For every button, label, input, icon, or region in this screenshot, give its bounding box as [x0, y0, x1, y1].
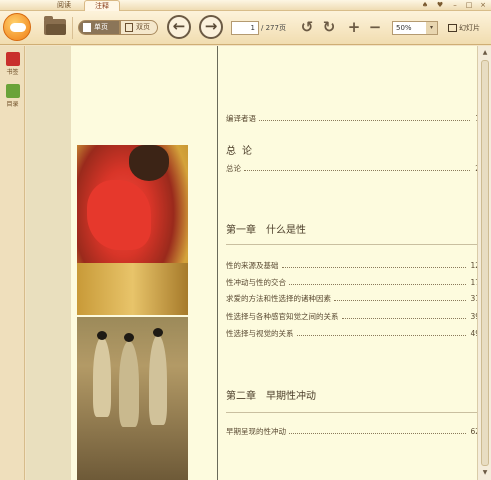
- zoom-in-icon[interactable]: +: [345, 17, 363, 37]
- toc-heading-chapter-2: 第二章 早期性冲动: [226, 391, 316, 402]
- title-bar: 阅读 注释 ♠ ♥ – □ ×: [0, 0, 491, 11]
- back-arrow-icon[interactable]: ←: [167, 15, 191, 39]
- book-page: 编译者语1 总论 总论2 第一章 什么是性 性的来源及基础12 性冲动与性的交合…: [71, 46, 489, 480]
- toc-entry[interactable]: 早期呈现的性冲动 62: [226, 426, 480, 437]
- maximize-button[interactable]: □: [464, 1, 474, 10]
- sidebar: 书签 目录: [0, 46, 25, 480]
- table-of-contents: 编译者语1 总论 总论2 第一章 什么是性 性的来源及基础12 性冲动与性的交合…: [226, 46, 484, 480]
- chapter-divider: [226, 412, 481, 413]
- cover-painting-top: [77, 145, 188, 315]
- scroll-up-icon[interactable]: ▲: [480, 48, 490, 58]
- single-page-button[interactable]: 单页: [78, 20, 120, 35]
- toc-entry[interactable]: 性选择与各种感官知觉之间的关系 39: [226, 311, 480, 322]
- page-divider-line: [217, 46, 218, 480]
- sidebar-item-toc[interactable]: 目录: [4, 84, 21, 108]
- single-page-icon: [83, 23, 91, 32]
- slideshow-icon: [448, 24, 457, 32]
- zoom-out-icon[interactable]: −: [366, 17, 384, 37]
- rotate-left-icon[interactable]: ↺: [298, 17, 316, 37]
- toc-entry[interactable]: 性的来源及基础 12: [226, 260, 480, 271]
- cover-painting-bottom: [77, 317, 188, 480]
- scroll-thumb[interactable]: [481, 60, 489, 466]
- toc-entry[interactable]: 性冲动与性的交合 17: [226, 277, 480, 288]
- toolbar-divider: [72, 17, 73, 39]
- toc-entry[interactable]: 求爱的方法和性选择的诸种因素 31: [226, 293, 480, 304]
- toc-icon: [5, 84, 20, 98]
- vertical-scrollbar[interactable]: ▲ ▼: [477, 46, 491, 480]
- double-page-icon: [125, 23, 133, 32]
- sidebar-item-label: 书签: [6, 69, 19, 76]
- page-number-input[interactable]: 1: [231, 21, 259, 35]
- favorite-icon[interactable]: ♥: [435, 1, 445, 10]
- document-viewport[interactable]: 编译者语1 总论 总论2 第一章 什么是性 性的来源及基础12 性冲动与性的交合…: [26, 46, 489, 480]
- bookmark-icon: [5, 52, 20, 66]
- zoom-value: 50%: [396, 24, 412, 32]
- skin-icon[interactable]: ♠: [420, 1, 430, 10]
- single-page-label: 单页: [94, 23, 108, 31]
- toc-entry[interactable]: 性选择与视觉的关系 49: [226, 328, 480, 339]
- zoom-select[interactable]: 50% ▾: [392, 21, 438, 35]
- slideshow-button[interactable]: 幻灯片: [448, 21, 480, 35]
- slideshow-label: 幻灯片: [459, 24, 480, 32]
- scroll-down-icon[interactable]: ▼: [480, 468, 490, 478]
- double-page-label: 双页: [136, 23, 150, 31]
- minimize-button[interactable]: –: [450, 1, 460, 10]
- toc-heading-general: 总论: [226, 146, 258, 157]
- total-pages-label: / 277页: [261, 24, 286, 32]
- double-page-button[interactable]: 双页: [120, 20, 158, 35]
- open-folder-icon[interactable]: [44, 16, 66, 35]
- rotate-right-icon[interactable]: ↻: [320, 17, 338, 37]
- toc-entry[interactable]: 总论2: [226, 163, 480, 174]
- chevron-down-icon[interactable]: ▾: [426, 22, 437, 34]
- toc-entry-preface[interactable]: 编译者语1: [226, 113, 480, 124]
- forward-arrow-icon[interactable]: →: [199, 15, 223, 39]
- chapter-divider: [226, 244, 481, 245]
- close-button[interactable]: ×: [478, 1, 488, 10]
- tab-notes[interactable]: 注释: [84, 0, 120, 11]
- tab-read[interactable]: 阅读: [46, 0, 82, 11]
- sidebar-item-bookmarks[interactable]: 书签: [4, 52, 21, 76]
- sidebar-item-label: 目录: [6, 101, 19, 108]
- toc-heading-chapter-1: 第一章 什么是性: [226, 225, 306, 236]
- app-logo-icon[interactable]: [3, 13, 31, 41]
